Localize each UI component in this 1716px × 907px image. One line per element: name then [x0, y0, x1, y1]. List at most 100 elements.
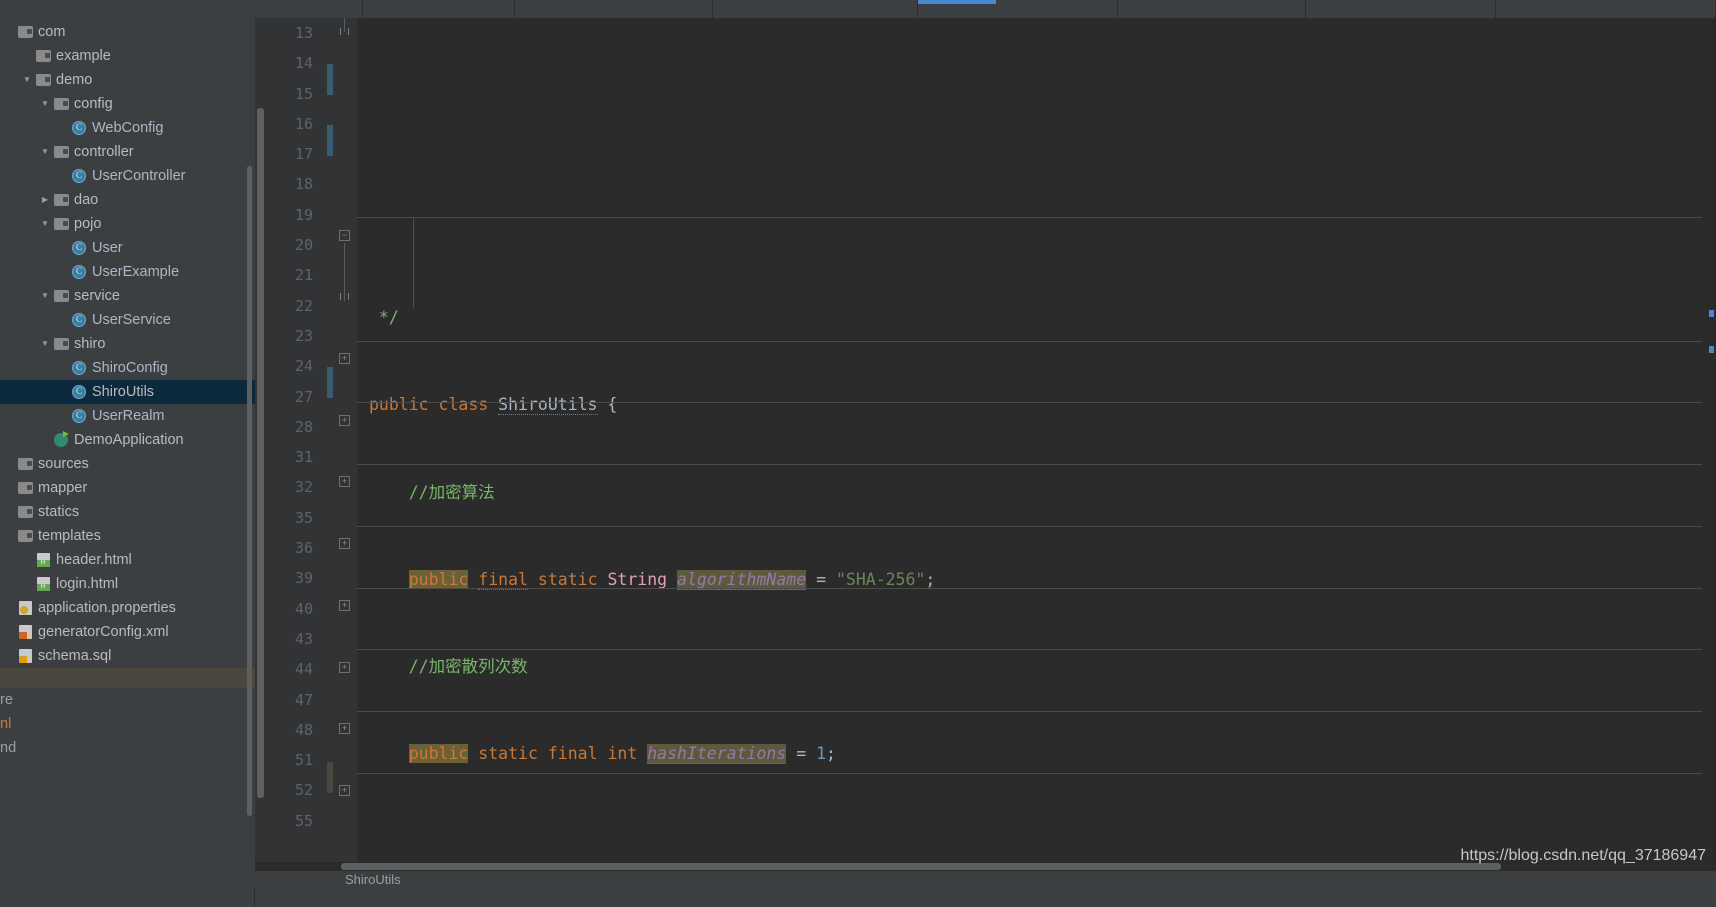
tree-item-label: UserService	[92, 311, 171, 328]
fold-expand-icon[interactable]: +	[339, 353, 350, 364]
xml-file-icon	[16, 625, 34, 639]
code-marker[interactable]	[1709, 310, 1714, 317]
chevron-down-icon[interactable]: ▼	[38, 100, 52, 108]
tab-segment[interactable]	[255, 0, 363, 18]
fold-region-end-icon[interactable]	[340, 293, 349, 300]
tree-item-label: service	[74, 287, 120, 304]
tree-item-shiro[interactable]: ▼ shiro	[0, 332, 255, 356]
tree-item-shiroconfig[interactable]: C ShiroConfig	[0, 356, 255, 380]
folder-icon	[34, 74, 52, 86]
tree-item-webconfig[interactable]: C WebConfig	[0, 116, 255, 140]
tree-item-secondary[interactable]: re	[0, 688, 255, 712]
tree-item-label: header.html	[56, 551, 132, 568]
chevron-down-icon[interactable]: ▼	[20, 76, 34, 84]
tree-item-application-properties[interactable]: application.properties	[0, 596, 255, 620]
folder-icon	[52, 98, 70, 110]
editor-tab-bar	[0, 0, 1716, 18]
folder-icon	[16, 458, 34, 470]
line-number: 24	[294, 357, 313, 376]
fold-expand-icon[interactable]: +	[339, 476, 350, 487]
tree-item-secondary[interactable]: nl	[0, 712, 255, 736]
chevron-down-icon[interactable]: ▼	[38, 148, 52, 156]
folder-icon	[52, 338, 70, 350]
fold-expand-icon[interactable]: +	[339, 723, 350, 734]
tree-item-dao[interactable]: ▶ dao	[0, 188, 255, 212]
tree-item-label: pojo	[74, 215, 102, 232]
tool-window-divider	[0, 668, 255, 688]
project-tree[interactable]: com example ▼ demo ▼ config C WebConfig ▼ control…	[0, 18, 255, 668]
tree-item-header-html[interactable]: header.html	[0, 548, 255, 572]
java-class-icon: C	[70, 361, 88, 375]
tree-item-userservice[interactable]: C UserService	[0, 308, 255, 332]
fold-region-start-icon[interactable]	[340, 28, 349, 35]
tree-item-usercontroller[interactable]: C UserController	[0, 164, 255, 188]
tree-item-label: application.properties	[38, 599, 176, 616]
chevron-down-icon[interactable]: ▼	[38, 292, 52, 300]
main-body: com example ▼ demo ▼ config C WebConfig ▼ control…	[0, 18, 1716, 889]
tree-item-service[interactable]: ▼ service	[0, 284, 255, 308]
fold-expand-icon[interactable]: +	[339, 662, 350, 673]
tree-item-label: schema.sql	[38, 647, 112, 664]
project-tree-secondary[interactable]: re nl nd	[0, 688, 255, 760]
fold-expand-icon[interactable]: +	[339, 415, 350, 426]
hscroll-thumb[interactable]	[341, 863, 1501, 870]
line-number: 14	[294, 54, 313, 73]
code-folding-gutter[interactable]: − + + + + + + + +	[335, 18, 357, 862]
fold-expand-icon[interactable]: +	[339, 785, 350, 796]
tree-item-generatorconfig-xml[interactable]: generatorConfig.xml	[0, 620, 255, 644]
tree-item-demo[interactable]: ▼ demo	[0, 68, 255, 92]
tab-segment[interactable]	[515, 0, 713, 18]
tree-item-mapper[interactable]: mapper	[0, 476, 255, 500]
tab-segment[interactable]	[363, 0, 515, 18]
tree-item-userrealm[interactable]: C UserRealm	[0, 404, 255, 428]
tree-item-login-html[interactable]: login.html	[0, 572, 255, 596]
editor-scroll-thumb[interactable]	[257, 108, 264, 798]
editor-left-scrollbar[interactable]	[255, 18, 267, 862]
line-number: 21	[294, 266, 313, 285]
tab-segment[interactable]	[1118, 0, 1306, 18]
sidebar-scrollbar[interactable]	[247, 166, 252, 816]
tree-item-secondary[interactable]: nd	[0, 736, 255, 760]
tree-item-demoapplication[interactable]: DemoApplication	[0, 428, 255, 452]
tree-item-com[interactable]: com	[0, 20, 255, 44]
tab-segment[interactable]	[713, 0, 918, 18]
project-tool-window[interactable]: com example ▼ demo ▼ config C WebConfig ▼ control…	[0, 18, 255, 889]
code-line-15: //加密算法	[369, 482, 495, 502]
line-number: 17	[294, 145, 313, 164]
tree-item-label: DemoApplication	[74, 431, 184, 448]
line-number: 20	[294, 236, 313, 255]
fold-collapse-icon[interactable]: −	[339, 230, 350, 241]
fold-expand-icon[interactable]: +	[339, 538, 350, 549]
tree-item-userexample[interactable]: C UserExample	[0, 260, 255, 284]
tree-item-schema-sql[interactable]: schema.sql	[0, 644, 255, 668]
line-number: 55	[294, 811, 313, 830]
code-text-area[interactable]: */ public class ShiroUtils { //加密算法 publ…	[357, 18, 1702, 862]
java-class-icon: C	[70, 313, 88, 327]
chevron-down-icon[interactable]: ▼	[38, 220, 52, 228]
tree-item-templates[interactable]: templates	[0, 524, 255, 548]
tree-item-config[interactable]: ▼ config	[0, 92, 255, 116]
line-number: 44	[294, 660, 313, 679]
tree-item-user[interactable]: C User	[0, 236, 255, 260]
chevron-right-icon[interactable]: ▶	[38, 196, 52, 204]
editor-right-marker-bar[interactable]	[1702, 18, 1716, 862]
code-line-13: */	[369, 308, 399, 327]
tab-segment[interactable]	[1496, 0, 1716, 18]
chevron-down-icon[interactable]: ▼	[38, 340, 52, 348]
tree-item-shiroutils[interactable]: C ShiroUtils	[0, 380, 255, 404]
code-line-16: public final static String algorithmName…	[408, 569, 936, 590]
tab-bar-left-pad	[0, 0, 255, 18]
tree-item-example[interactable]: example	[0, 44, 255, 68]
tree-item-statics[interactable]: statics	[0, 500, 255, 524]
tree-item-controller[interactable]: ▼ controller	[0, 140, 255, 164]
breadcrumb[interactable]: ShiroUtils	[255, 871, 1716, 889]
folder-icon	[16, 530, 34, 542]
tab-segment[interactable]	[1306, 0, 1496, 18]
fold-expand-icon[interactable]: +	[339, 600, 350, 611]
code-marker[interactable]	[1709, 346, 1714, 353]
tree-item-pojo[interactable]: ▼ pojo	[0, 212, 255, 236]
java-class-icon: C	[70, 169, 88, 183]
tree-item-sources[interactable]: sources	[0, 452, 255, 476]
tree-item-label: templates	[38, 527, 101, 544]
folder-icon	[16, 26, 34, 38]
